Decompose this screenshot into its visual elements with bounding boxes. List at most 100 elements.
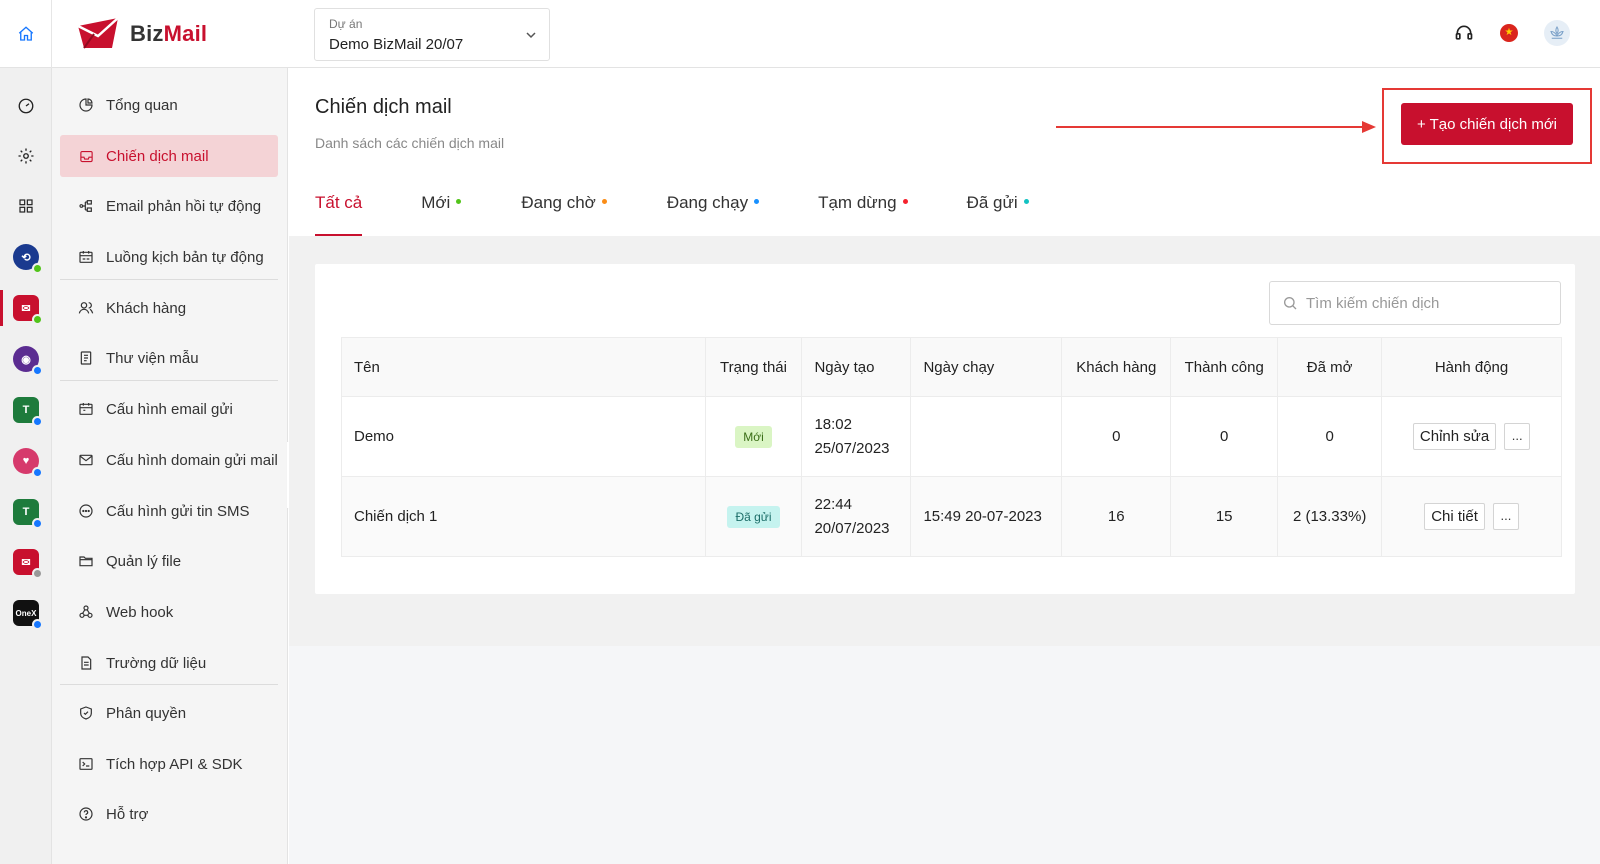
rail-apps[interactable]: [0, 186, 52, 226]
sidebar-item-data-fields[interactable]: Trường dữ liệu: [60, 642, 278, 684]
sidebar-item-overview[interactable]: Tổng quan: [60, 84, 278, 126]
search-input[interactable]: [1306, 294, 1546, 312]
rail-dashboard[interactable]: [0, 86, 52, 126]
page-title: Chiến dịch mail: [315, 96, 452, 118]
sidebar-item-mail-campaigns[interactable]: Chiến dịch mail: [60, 135, 278, 177]
sidebar-item-label: Cấu hình domain gửi mail: [106, 451, 278, 469]
status-dot: [456, 199, 462, 204]
sidebar-item-label: Tổng quan: [106, 96, 178, 114]
status-badge: Mới: [735, 425, 772, 448]
home-button[interactable]: [0, 0, 52, 68]
folder-icon: [78, 553, 94, 569]
sidebar-item-file-manager[interactable]: Quản lý file: [60, 540, 278, 582]
column-header-status: Trạng thái: [704, 337, 803, 397]
sidebar-item-support[interactable]: Hỗ trợ: [60, 793, 278, 835]
calendar-flow-icon: [78, 249, 94, 265]
bizmail-logo[interactable]: BizMail: [76, 16, 207, 52]
sidebar-item-permissions[interactable]: Phân quyền: [60, 692, 278, 734]
main-empty-area: [289, 646, 1600, 864]
column-header-opened: Đã mở: [1277, 337, 1383, 397]
sidebar-item-label: Cấu hình gửi tin SMS: [106, 502, 250, 520]
rail-app-green-t-2[interactable]: T: [0, 492, 52, 532]
tab-sent[interactable]: Đã gửi: [967, 186, 1029, 236]
mail-icon: [78, 452, 94, 468]
headset-icon[interactable]: [1454, 23, 1474, 43]
table-row: Demo Mới 18:02 25/07/2023 0 0 0 Chỉnh sửa…: [341, 396, 1562, 477]
rail-app-bizmail[interactable]: ✉: [0, 288, 52, 328]
sidebar-item-label: Tích hợp API & SDK: [106, 755, 243, 773]
terminal-icon: [78, 756, 94, 772]
status-dot: [1023, 199, 1029, 204]
sidebar-item-label: Chiến dịch mail: [106, 147, 209, 165]
sidebar-item-webhook[interactable]: Web hook: [60, 591, 278, 633]
sidebar-item-customers[interactable]: Khách hàng: [60, 287, 278, 329]
more-actions-button[interactable]: ...: [1504, 423, 1531, 450]
app-onex-icon: OneX: [13, 600, 43, 630]
table-header-row: Tên Trạng thái Ngày tạo Ngày chạy Khách …: [341, 337, 1562, 397]
column-header-success: Thành công: [1170, 337, 1279, 397]
tab-running[interactable]: Đang chạy: [667, 186, 760, 236]
status-dot: [902, 199, 908, 204]
status-tabs: Tất cả Mới Đang chờ Đang chạy Tạm dừng Đ…: [315, 186, 1029, 236]
opened-count: 2 (13.33%): [1277, 476, 1383, 557]
sidebar-item-auto-reply[interactable]: Email phản hồi tự động: [60, 185, 278, 227]
campaign-search[interactable]: [1269, 281, 1561, 325]
app-green-t-icon: T: [13, 397, 43, 427]
dashboard-gauge-icon: [18, 98, 34, 114]
success-count: 0: [1170, 396, 1279, 477]
sidebar-item-domain-config[interactable]: Cấu hình domain gửi mail: [60, 439, 278, 481]
project-select-label: Dự án: [329, 17, 363, 31]
vietnam-flag-icon[interactable]: ★: [1500, 24, 1518, 42]
status-dot: [754, 199, 760, 204]
logo-text: BizMail: [130, 21, 208, 46]
sidebar-item-label: Hỗ trợ: [106, 805, 149, 823]
rail-app-green-t[interactable]: T: [0, 390, 52, 430]
webhook-icon: [78, 604, 94, 620]
sidebar-item-label: Phân quyền: [106, 704, 187, 722]
rail-app-red-mail[interactable]: ✉: [0, 542, 52, 582]
app-eye-icon: ◉: [13, 346, 43, 376]
rail-app-eye[interactable]: ◉: [0, 339, 52, 379]
sidebar-item-sms-config[interactable]: Cấu hình gửi tin SMS: [60, 490, 278, 532]
opened-count: 0: [1277, 396, 1383, 477]
users-icon: [78, 300, 94, 316]
tab-pending[interactable]: Đang chờ: [521, 186, 607, 236]
sidebar-item-automation-flow[interactable]: Luồng kịch bản tự động: [60, 236, 278, 278]
sidebar-item-api-sdk[interactable]: Tích hợp API & SDK: [60, 743, 278, 785]
user-avatar-icon[interactable]: [1544, 20, 1570, 46]
create-campaign-button[interactable]: + Tạo chiến dịch mới: [1401, 103, 1573, 145]
campaign-table: Tên Trạng thái Ngày tạo Ngày chạy Khách …: [341, 337, 1562, 557]
campaign-name: Chiến dịch 1: [341, 476, 706, 557]
shield-icon: [78, 705, 94, 721]
document-icon: [78, 655, 94, 671]
edit-button[interactable]: Chỉnh sửa: [1412, 423, 1497, 450]
tab-paused[interactable]: Tạm dừng: [818, 186, 908, 236]
help-icon: [78, 806, 94, 822]
sidebar-item-template-library[interactable]: Thư viện mẫu: [60, 337, 278, 379]
sidebar-item-label: Web hook: [106, 603, 174, 621]
success-count: 15: [1170, 476, 1279, 557]
rail-app-onex[interactable]: OneX: [0, 593, 52, 633]
table-row: Chiến dịch 1 Đã gửi 22:44 20/07/2023 15:4…: [341, 476, 1562, 557]
rail-app-loop[interactable]: ⟲: [0, 237, 52, 277]
run-at: [910, 396, 1063, 477]
project-select[interactable]: Dự án Demo BizMail 20/07: [314, 8, 550, 61]
more-actions-button[interactable]: ...: [1492, 503, 1519, 530]
column-header-created: Ngày tạo: [801, 337, 912, 397]
menu-divider: [60, 279, 278, 280]
sidebar-item-label: Email phản hồi tự động: [106, 197, 262, 215]
tab-all[interactable]: Tất cả: [315, 186, 363, 236]
tab-new[interactable]: Mới: [421, 186, 462, 236]
rail-settings[interactable]: [0, 136, 52, 176]
app-heart-icon: ♥: [13, 448, 43, 478]
chat-icon: [78, 503, 94, 519]
details-button[interactable]: Chi tiết: [1424, 503, 1485, 530]
app-rail: ⟲ ✉ ◉ T ♥ T ✉ OneX: [0, 68, 52, 864]
rail-app-heart[interactable]: ♥: [0, 441, 52, 481]
column-header-customers: Khách hàng: [1061, 337, 1172, 397]
search-icon: [1284, 297, 1297, 310]
sidebar-item-sender-config[interactable]: Cấu hình email gửi: [60, 388, 278, 430]
sidebar-item-label: Khách hàng: [106, 299, 187, 317]
sidebar-item-label: Luồng kịch bản tự động: [106, 248, 264, 266]
bizmail-logo-mark-icon: [77, 17, 119, 49]
